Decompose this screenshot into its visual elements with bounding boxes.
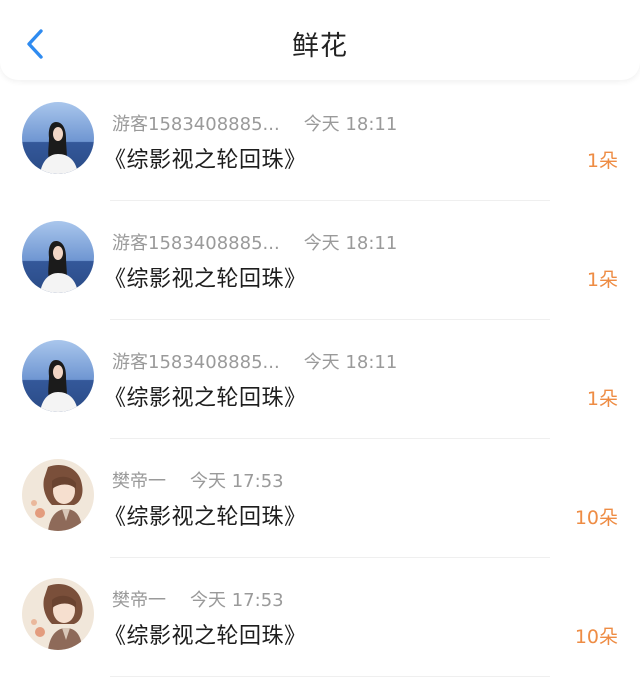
- flower-count: 10朵: [574, 626, 618, 648]
- book-title: 《综影视之轮回珠》: [104, 386, 307, 411]
- avatar-girl-sea: [22, 102, 94, 174]
- flower-count: 10朵: [574, 507, 618, 529]
- book-title: 《综影视之轮回珠》: [104, 148, 307, 173]
- list-item[interactable]: 樊帝一 今天 17:53 《综影视之轮回珠》 10朵: [0, 439, 640, 558]
- flower-count: 1朵: [586, 388, 618, 410]
- book-title: 《综影视之轮回珠》: [104, 624, 307, 649]
- list-item[interactable]: 游客1583408885... 今天 18:11 《综影视之轮回珠》 1朵: [0, 320, 640, 439]
- book-title: 《综影视之轮回珠》: [104, 505, 307, 530]
- user-name: 游客1583408885...: [112, 114, 280, 135]
- avatar[interactable]: [22, 459, 94, 531]
- book-title: 《综影视之轮回珠》: [104, 267, 307, 292]
- user-name: 游客1583408885...: [112, 233, 280, 254]
- list-item[interactable]: 樊帝一 今天 17:53 《综影视之轮回珠》 10朵: [0, 558, 640, 677]
- avatar-girl-sea: [22, 221, 94, 293]
- flower-count: 1朵: [586, 269, 618, 291]
- item-meta: 游客1583408885... 今天 18:11: [112, 229, 397, 255]
- timestamp: 今天 18:11: [303, 233, 398, 254]
- avatar[interactable]: [22, 578, 94, 650]
- timestamp: 今天 17:53: [190, 471, 284, 492]
- item-meta: 游客1583408885... 今天 18:11: [112, 348, 397, 374]
- user-name: 游客1583408885...: [112, 352, 280, 373]
- avatar[interactable]: [22, 340, 94, 412]
- item-meta: 樊帝一 今天 17:53: [112, 467, 284, 493]
- avatar[interactable]: [22, 221, 94, 293]
- timestamp: 今天 18:11: [303, 114, 398, 135]
- timestamp: 今天 17:53: [190, 590, 284, 611]
- top-nav-bar: 鲜花: [0, 0, 640, 80]
- flower-count: 1朵: [586, 150, 618, 172]
- avatar-anime-boy: [22, 459, 94, 531]
- item-meta: 游客1583408885... 今天 18:11: [112, 110, 397, 136]
- user-name: 樊帝一: [112, 471, 166, 492]
- user-name: 樊帝一: [112, 590, 166, 611]
- avatar[interactable]: [22, 102, 94, 174]
- page-title: 鲜花: [292, 31, 348, 62]
- item-meta: 樊帝一 今天 17:53: [112, 586, 284, 612]
- avatar-anime-boy: [22, 578, 94, 650]
- flower-gift-list: 游客1583408885... 今天 18:11 《综影视之轮回珠》 1朵 游客…: [0, 82, 640, 677]
- list-item[interactable]: 游客1583408885... 今天 18:11 《综影视之轮回珠》 1朵: [0, 201, 640, 320]
- avatar-girl-sea: [22, 340, 94, 412]
- list-item[interactable]: 游客1583408885... 今天 18:11 《综影视之轮回珠》 1朵: [0, 82, 640, 201]
- timestamp: 今天 18:11: [303, 352, 398, 373]
- flowers-page: 鲜花 游客1583408885... 今天 18:11 《综影视之轮回珠》 1朵…: [0, 0, 640, 680]
